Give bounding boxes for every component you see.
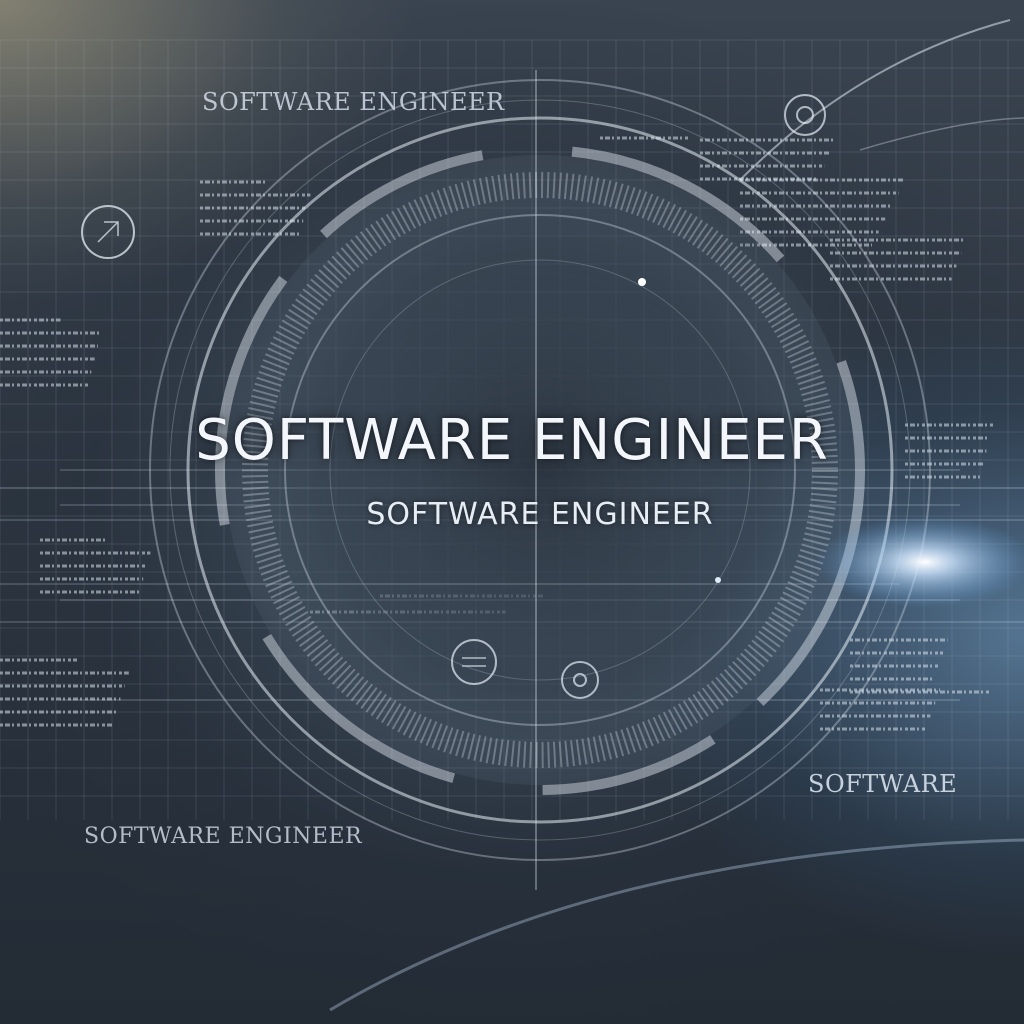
caption-top-left: SOFTWARE ENGINEER bbox=[202, 88, 505, 116]
glow-dot bbox=[638, 278, 646, 286]
swoosh-arc-top bbox=[739, 19, 1011, 181]
caption-bottom-left: SOFTWARE ENGINEER bbox=[84, 824, 363, 849]
subtitle: SOFTWARE ENGINEER bbox=[366, 497, 714, 532]
swoosh-arc-top-2 bbox=[859, 117, 1024, 151]
hero-banner: SOFTWARE ENGINEER SOFTWARE ENGINEER SOFT… bbox=[0, 0, 1024, 1024]
glow-dot-small bbox=[715, 577, 721, 583]
target-circle-icon bbox=[784, 94, 826, 136]
swoosh-arc-bottom bbox=[329, 838, 1024, 1012]
main-title: SOFTWARE ENGINEER bbox=[195, 408, 829, 473]
caption-bottom-right: SOFTWARE bbox=[808, 770, 958, 798]
target-crosshair-icon bbox=[81, 205, 135, 259]
